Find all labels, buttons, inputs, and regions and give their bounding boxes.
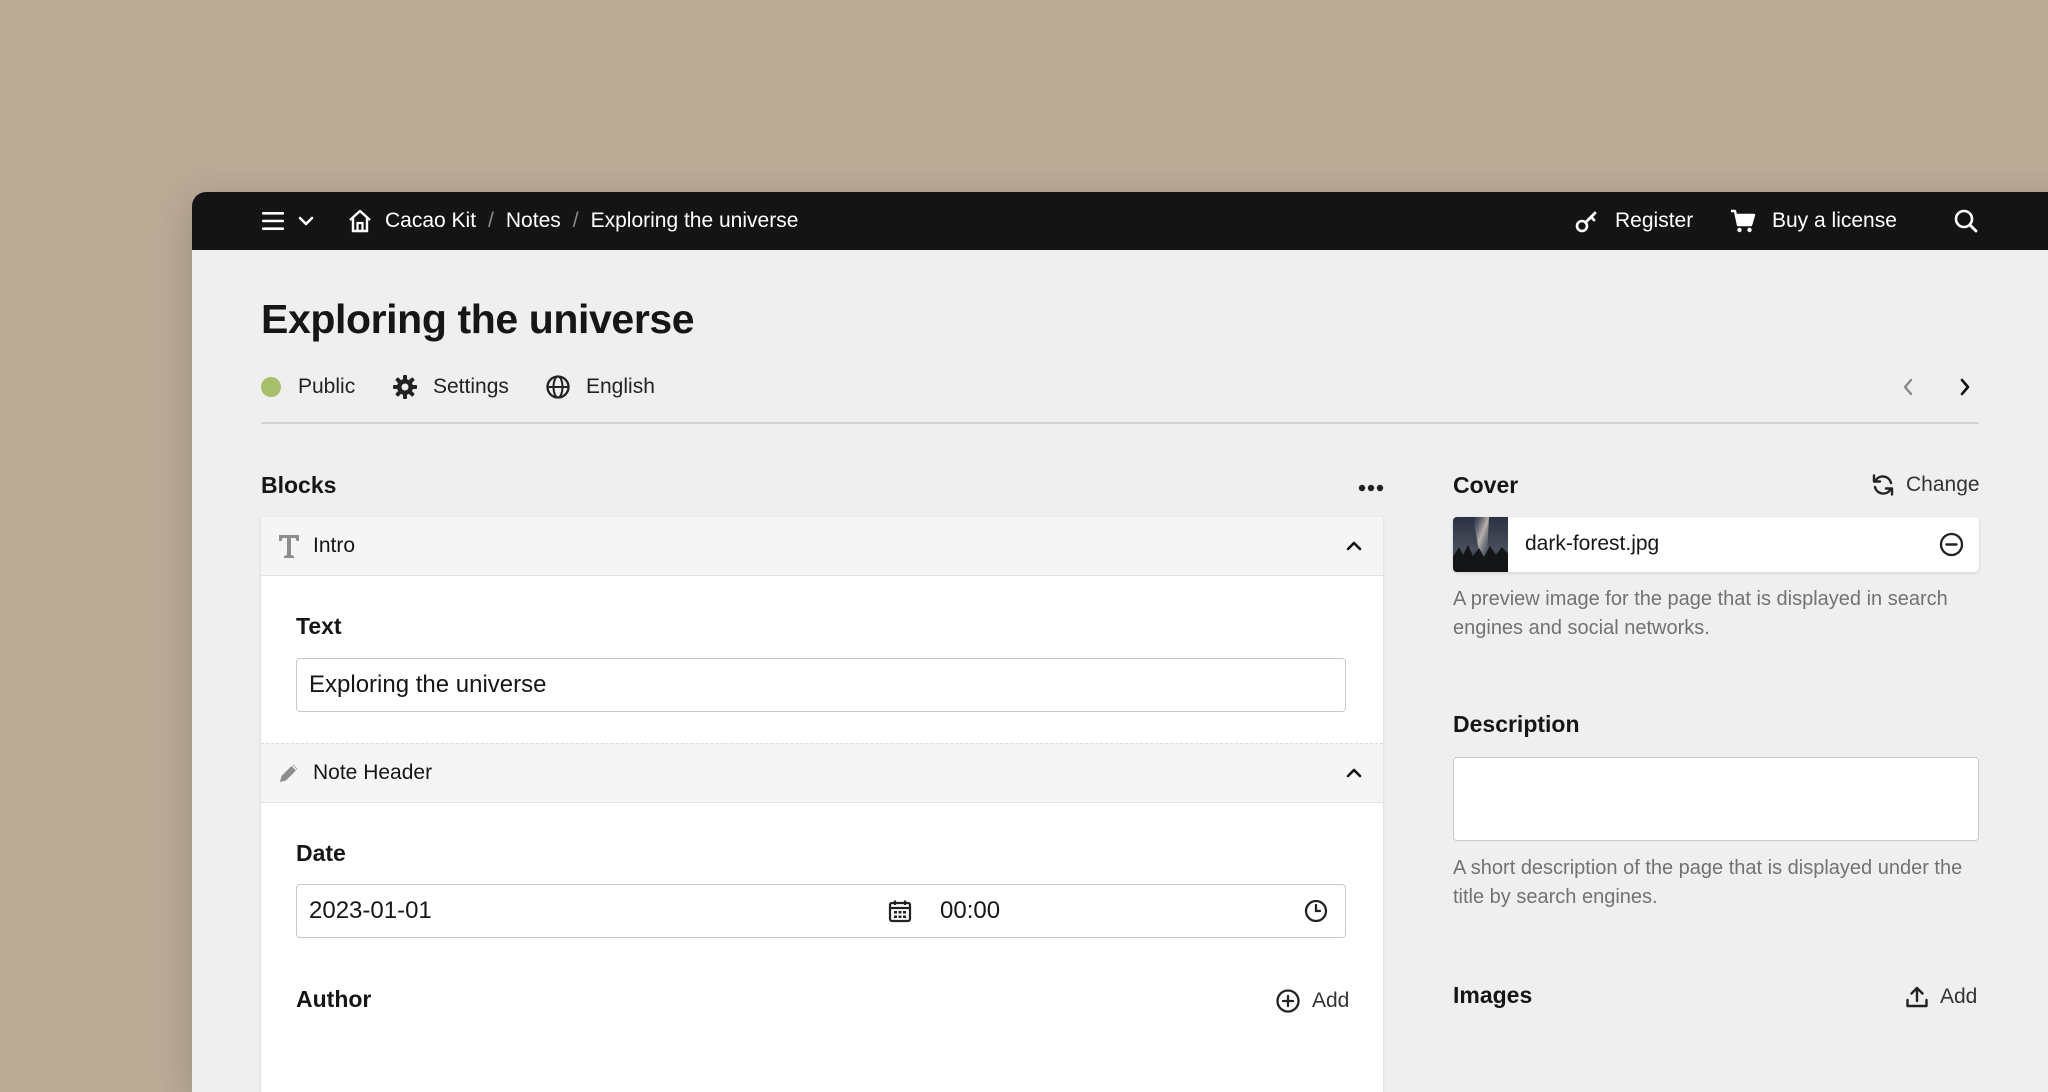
register-label: Register <box>1615 209 1694 232</box>
block-header-intro[interactable]: Intro <box>261 517 1383 576</box>
cover-filename: dark-forest.jpg <box>1525 532 1660 555</box>
cover-change-label: Change <box>1906 473 1980 496</box>
menu-button[interactable] <box>261 192 315 250</box>
author-label: Author <box>296 986 372 1012</box>
text-field-label: Text <box>296 613 342 639</box>
upload-icon <box>1906 986 1928 1008</box>
breadcrumb: Cacao Kit / Notes / Exploring the univer… <box>347 192 798 250</box>
description-textarea[interactable] <box>1453 757 1979 841</box>
chevron-left-icon <box>1903 378 1913 396</box>
images-add-label: Add <box>1940 985 1978 1008</box>
language-label: English <box>586 375 655 398</box>
breadcrumb-site[interactable]: Cacao Kit <box>385 209 476 233</box>
breadcrumb-separator: / <box>488 209 494 232</box>
search-icon <box>1954 209 1978 233</box>
author-add-label: Add <box>1312 989 1350 1012</box>
gear-icon <box>393 375 417 399</box>
author-add-button[interactable]: Add <box>1275 986 1349 1016</box>
chevron-down-icon <box>298 216 314 226</box>
remove-icon[interactable] <box>1939 532 1964 557</box>
description-help-text: A short description of the page that is … <box>1453 857 1963 908</box>
refresh-icon <box>1872 474 1894 496</box>
settings-label: Settings <box>433 375 509 398</box>
block-title: Intro <box>313 534 356 557</box>
buy-license-button[interactable]: Buy a license <box>1729 192 1897 250</box>
topbar: Cacao Kit / Notes / Exploring the univer… <box>192 192 2048 250</box>
chevron-up-icon[interactable] <box>1344 766 1364 780</box>
breadcrumb-separator: / <box>572 209 579 232</box>
clock-icon[interactable] <box>1304 899 1328 923</box>
pencil-icon <box>280 764 298 782</box>
date-value: 2023-01-01 <box>309 897 432 924</box>
breadcrumb-current[interactable]: Exploring the universe <box>591 209 799 233</box>
header-divider <box>261 422 1979 424</box>
plus-circle-icon <box>1276 989 1300 1013</box>
block-header-note-header[interactable]: Note Header <box>261 743 1383 803</box>
time-input[interactable]: 00:00 <box>928 884 1346 938</box>
chevron-right-icon <box>1960 378 1970 396</box>
breadcrumb-notes[interactable]: Notes <box>506 209 561 233</box>
date-input[interactable]: 2023-01-01 <box>296 884 929 938</box>
buy-license-label: Buy a license <box>1772 209 1897 232</box>
images-label: Images <box>1453 982 1533 1008</box>
page-title: Exploring the universe <box>261 296 695 342</box>
blocks-options-button[interactable] <box>1358 474 1384 502</box>
language-button[interactable]: English <box>545 371 655 403</box>
search-button[interactable] <box>1953 192 1979 250</box>
block-title: Note Header <box>313 761 433 784</box>
time-value: 00:00 <box>940 897 1001 924</box>
description-label: Description <box>1453 711 1580 737</box>
cover-file-item[interactable]: dark-forest.jpg <box>1453 517 1979 572</box>
key-icon <box>1575 211 1597 233</box>
calendar-icon[interactable] <box>888 899 912 923</box>
status-button[interactable]: Public <box>261 371 355 403</box>
settings-button[interactable]: Settings <box>392 371 509 403</box>
hamburger-icon <box>262 212 284 230</box>
cover-thumbnail <box>1453 517 1508 572</box>
prev-page-button[interactable] <box>1900 371 1916 403</box>
cover-label: Cover <box>1453 472 1519 498</box>
chevron-up-icon[interactable] <box>1344 539 1364 553</box>
text-field[interactable]: Exploring the universe <box>296 658 1346 712</box>
cover-help-text: A preview image for the page that is dis… <box>1453 588 1948 639</box>
text-icon <box>279 535 299 558</box>
more-icon <box>1358 484 1384 492</box>
cover-change-button[interactable]: Change <box>1871 470 1980 500</box>
app-window: Cacao Kit / Notes / Exploring the univer… <box>192 192 2048 1092</box>
register-button[interactable]: Register <box>1574 192 1693 250</box>
images-add-button[interactable]: Add <box>1905 982 1977 1012</box>
date-field-label: Date <box>296 840 346 866</box>
cart-icon <box>1731 209 1756 233</box>
blocks-panel: Intro Text Exploring the universe Note H… <box>261 517 1383 1092</box>
status-dot <box>261 377 281 397</box>
globe-icon <box>546 375 570 399</box>
blocks-label: Blocks <box>261 472 337 498</box>
next-page-button[interactable] <box>1957 371 1973 403</box>
home-icon <box>349 209 371 233</box>
status-label: Public <box>298 375 356 398</box>
